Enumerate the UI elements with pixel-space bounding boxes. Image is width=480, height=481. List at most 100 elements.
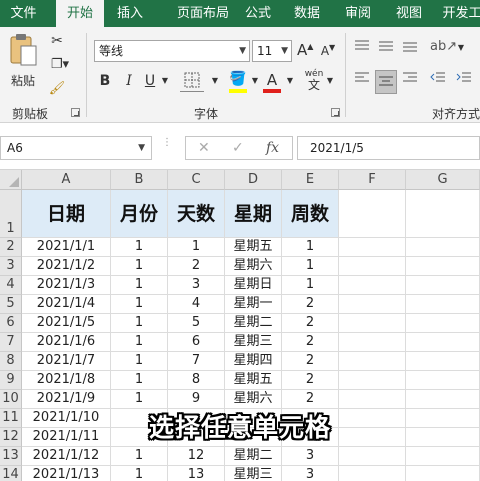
empty-cell[interactable]	[406, 371, 480, 390]
empty-cell[interactable]	[339, 371, 406, 390]
row-header[interactable]: 5	[0, 295, 22, 314]
row-header[interactable]: 8	[0, 352, 22, 371]
formula-input[interactable]: 2021/1/5	[297, 136, 480, 160]
column-header-d[interactable]: D	[225, 170, 282, 190]
empty-cell[interactable]	[406, 447, 480, 466]
table-cell[interactable]: 3	[282, 447, 339, 466]
column-header-b[interactable]: B	[111, 170, 168, 190]
table-cell[interactable]: 12	[168, 447, 225, 466]
empty-cell[interactable]	[339, 466, 406, 481]
table-cell[interactable]: 1	[111, 352, 168, 371]
column-header-e[interactable]: E	[282, 170, 339, 190]
tab-view[interactable]: 视图	[387, 0, 431, 27]
table-cell[interactable]: 5	[168, 314, 225, 333]
chevron-down-icon[interactable]: ▼	[210, 76, 220, 85]
font-name-select[interactable]: 等线 ▼	[94, 40, 250, 62]
bold-button[interactable]: B	[96, 73, 114, 89]
cut-icon[interactable]: ✂	[48, 33, 66, 51]
empty-cell[interactable]	[406, 295, 480, 314]
empty-cell[interactable]	[339, 333, 406, 352]
empty-cell[interactable]	[339, 238, 406, 257]
table-cell[interactable]: 星期三	[225, 466, 282, 481]
empty-cell[interactable]	[339, 276, 406, 295]
table-cell[interactable]: 1	[282, 238, 339, 257]
empty-cell[interactable]	[339, 295, 406, 314]
clipboard-launcher-icon[interactable]	[71, 108, 80, 117]
empty-cell[interactable]	[339, 390, 406, 409]
row-header[interactable]: 14	[0, 466, 22, 481]
table-cell[interactable]: 星期四	[225, 352, 282, 371]
cancel-icon[interactable]: ✕	[198, 140, 210, 156]
row-header[interactable]: 4	[0, 276, 22, 295]
enter-icon[interactable]: ✓	[232, 140, 244, 156]
table-cell[interactable]: 星期日	[225, 276, 282, 295]
table-cell[interactable]: 2	[282, 295, 339, 314]
table-cell[interactable]: 2021/1/12	[22, 447, 111, 466]
header-cell-day[interactable]: 天数	[168, 190, 225, 238]
name-box[interactable]: A6 ▼	[0, 136, 152, 160]
align-top-icon[interactable]	[352, 39, 372, 59]
table-cell[interactable]: 1	[282, 276, 339, 295]
copy-icon[interactable]: ❐▾	[48, 57, 72, 75]
decrease-indent-icon[interactable]	[428, 71, 448, 93]
phonetic-guide-button[interactable]: wén 文	[303, 69, 325, 91]
table-cell[interactable]: 1	[111, 333, 168, 352]
empty-cell[interactable]	[406, 333, 480, 352]
font-color-button[interactable]: A	[262, 71, 282, 93]
paste-button[interactable]: 粘贴	[6, 33, 40, 93]
table-cell[interactable]: 3	[168, 276, 225, 295]
header-cell-month[interactable]: 月份	[111, 190, 168, 238]
font-size-select[interactable]: 11 ▼	[252, 40, 292, 62]
resize-handle-icon[interactable]: ⋮	[162, 138, 172, 148]
tab-formulas[interactable]: 公式	[236, 0, 280, 27]
table-cell[interactable]: 2021/1/7	[22, 352, 111, 371]
row-header[interactable]: 2	[0, 238, 22, 257]
underline-button[interactable]: U	[142, 73, 158, 89]
column-header-g[interactable]: G	[406, 170, 480, 190]
chevron-down-icon[interactable]: ▼	[456, 43, 466, 52]
chevron-down-icon[interactable]: ▼	[325, 76, 335, 85]
table-cell[interactable]: 2021/1/9	[22, 390, 111, 409]
header-cell-week[interactable]: 周数	[282, 190, 339, 238]
table-cell[interactable]: 2	[168, 257, 225, 276]
empty-cell[interactable]	[406, 276, 480, 295]
insert-function-icon[interactable]: fx	[266, 140, 279, 156]
align-right-icon[interactable]	[400, 71, 420, 93]
table-cell[interactable]: 1	[111, 466, 168, 481]
table-cell[interactable]: 2021/1/1	[22, 238, 111, 257]
empty-cell[interactable]	[406, 390, 480, 409]
row-header[interactable]: 7	[0, 333, 22, 352]
header-cell-weekday[interactable]: 星期	[225, 190, 282, 238]
table-cell[interactable]: 6	[168, 333, 225, 352]
empty-cell[interactable]	[406, 190, 480, 238]
table-cell[interactable]: 2021/1/3	[22, 276, 111, 295]
table-cell[interactable]: 2	[282, 390, 339, 409]
table-cell[interactable]: 1	[111, 314, 168, 333]
borders-icon[interactable]	[180, 72, 204, 92]
table-cell[interactable]: 星期一	[225, 295, 282, 314]
table-cell[interactable]: 星期六	[225, 257, 282, 276]
table-cell[interactable]: 星期五	[225, 238, 282, 257]
table-cell[interactable]: 1	[111, 238, 168, 257]
table-cell[interactable]: 4	[168, 295, 225, 314]
empty-cell[interactable]	[406, 238, 480, 257]
row-header[interactable]: 1	[0, 190, 22, 238]
table-cell[interactable]: 1	[111, 390, 168, 409]
table-cell[interactable]: 星期六	[225, 390, 282, 409]
chevron-down-icon[interactable]: ▼	[160, 76, 170, 85]
column-header-f[interactable]: F	[339, 170, 406, 190]
row-header[interactable]: 6	[0, 314, 22, 333]
column-header-c[interactable]: C	[168, 170, 225, 190]
empty-cell[interactable]	[406, 352, 480, 371]
table-cell[interactable]: 星期五	[225, 371, 282, 390]
table-cell[interactable]: 1	[111, 295, 168, 314]
table-cell[interactable]: 2021/1/13	[22, 466, 111, 481]
row-header[interactable]: 3	[0, 257, 22, 276]
row-header[interactable]: 10	[0, 390, 22, 409]
grow-font-button[interactable]: A▲	[297, 41, 313, 59]
empty-cell[interactable]	[339, 447, 406, 466]
table-cell[interactable]: 星期二	[225, 314, 282, 333]
column-header-a[interactable]: A	[22, 170, 111, 190]
table-cell[interactable]: 7	[168, 352, 225, 371]
increase-indent-icon[interactable]	[454, 71, 474, 93]
